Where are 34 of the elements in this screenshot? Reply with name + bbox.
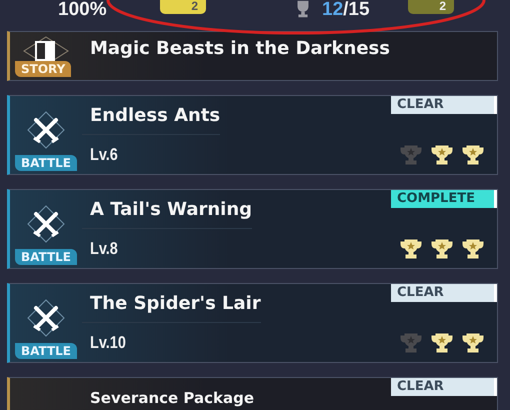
trophy-icon	[430, 142, 454, 166]
stage-level: Lv.6	[90, 144, 118, 164]
trophy-icon	[461, 236, 485, 260]
status-label: CLEAR	[391, 378, 497, 396]
stage-title: Magic Beasts in the Darkness	[89, 37, 390, 59]
stage-title: The Spider's Lair	[82, 284, 261, 323]
stage-type-tag: BATTLE	[15, 249, 77, 265]
stage-type-tag: BATTLE	[15, 155, 77, 171]
stage-card[interactable]: STORY Magic Beasts in the Darkness	[7, 31, 498, 81]
stage-title: Endless Ants	[82, 96, 220, 135]
trophy-icon	[430, 236, 454, 260]
stage-type-tag: BATTLE	[15, 343, 77, 359]
status-label: COMPLETE	[391, 190, 497, 208]
reward-badge: 2	[408, 0, 454, 14]
completion-percent: 100%	[58, 0, 107, 20]
stage-title: A Tail's Warning	[82, 190, 252, 229]
stage-card[interactable]: BATTLE A Tail's Warning Lv.8 COMPLETE	[7, 189, 498, 269]
trophy-icon	[461, 330, 485, 354]
stage-title: Severance Package	[89, 388, 254, 407]
trophy-icon	[461, 142, 485, 166]
stage-type-tag: STORY	[15, 61, 72, 77]
stage-card[interactable]: Severance Package CLEAR	[7, 377, 498, 410]
stage-card[interactable]: BATTLE Endless Ants Lv.6 CLEAR	[7, 95, 498, 175]
trophy-icon	[430, 330, 454, 354]
trophy-icon	[399, 142, 423, 166]
trophy-count: 12/15	[322, 0, 370, 20]
stage-level: Lv.10	[90, 332, 126, 352]
stage-card[interactable]: BATTLE The Spider's Lair Lv.10 CLEAR	[7, 283, 498, 363]
reward-badge: 2	[160, 0, 206, 14]
status-label: CLEAR	[391, 96, 497, 114]
trophy-icon	[399, 236, 423, 260]
trophy-icon	[399, 330, 423, 354]
status-label: CLEAR	[391, 284, 497, 302]
stage-level: Lv.8	[90, 238, 118, 258]
